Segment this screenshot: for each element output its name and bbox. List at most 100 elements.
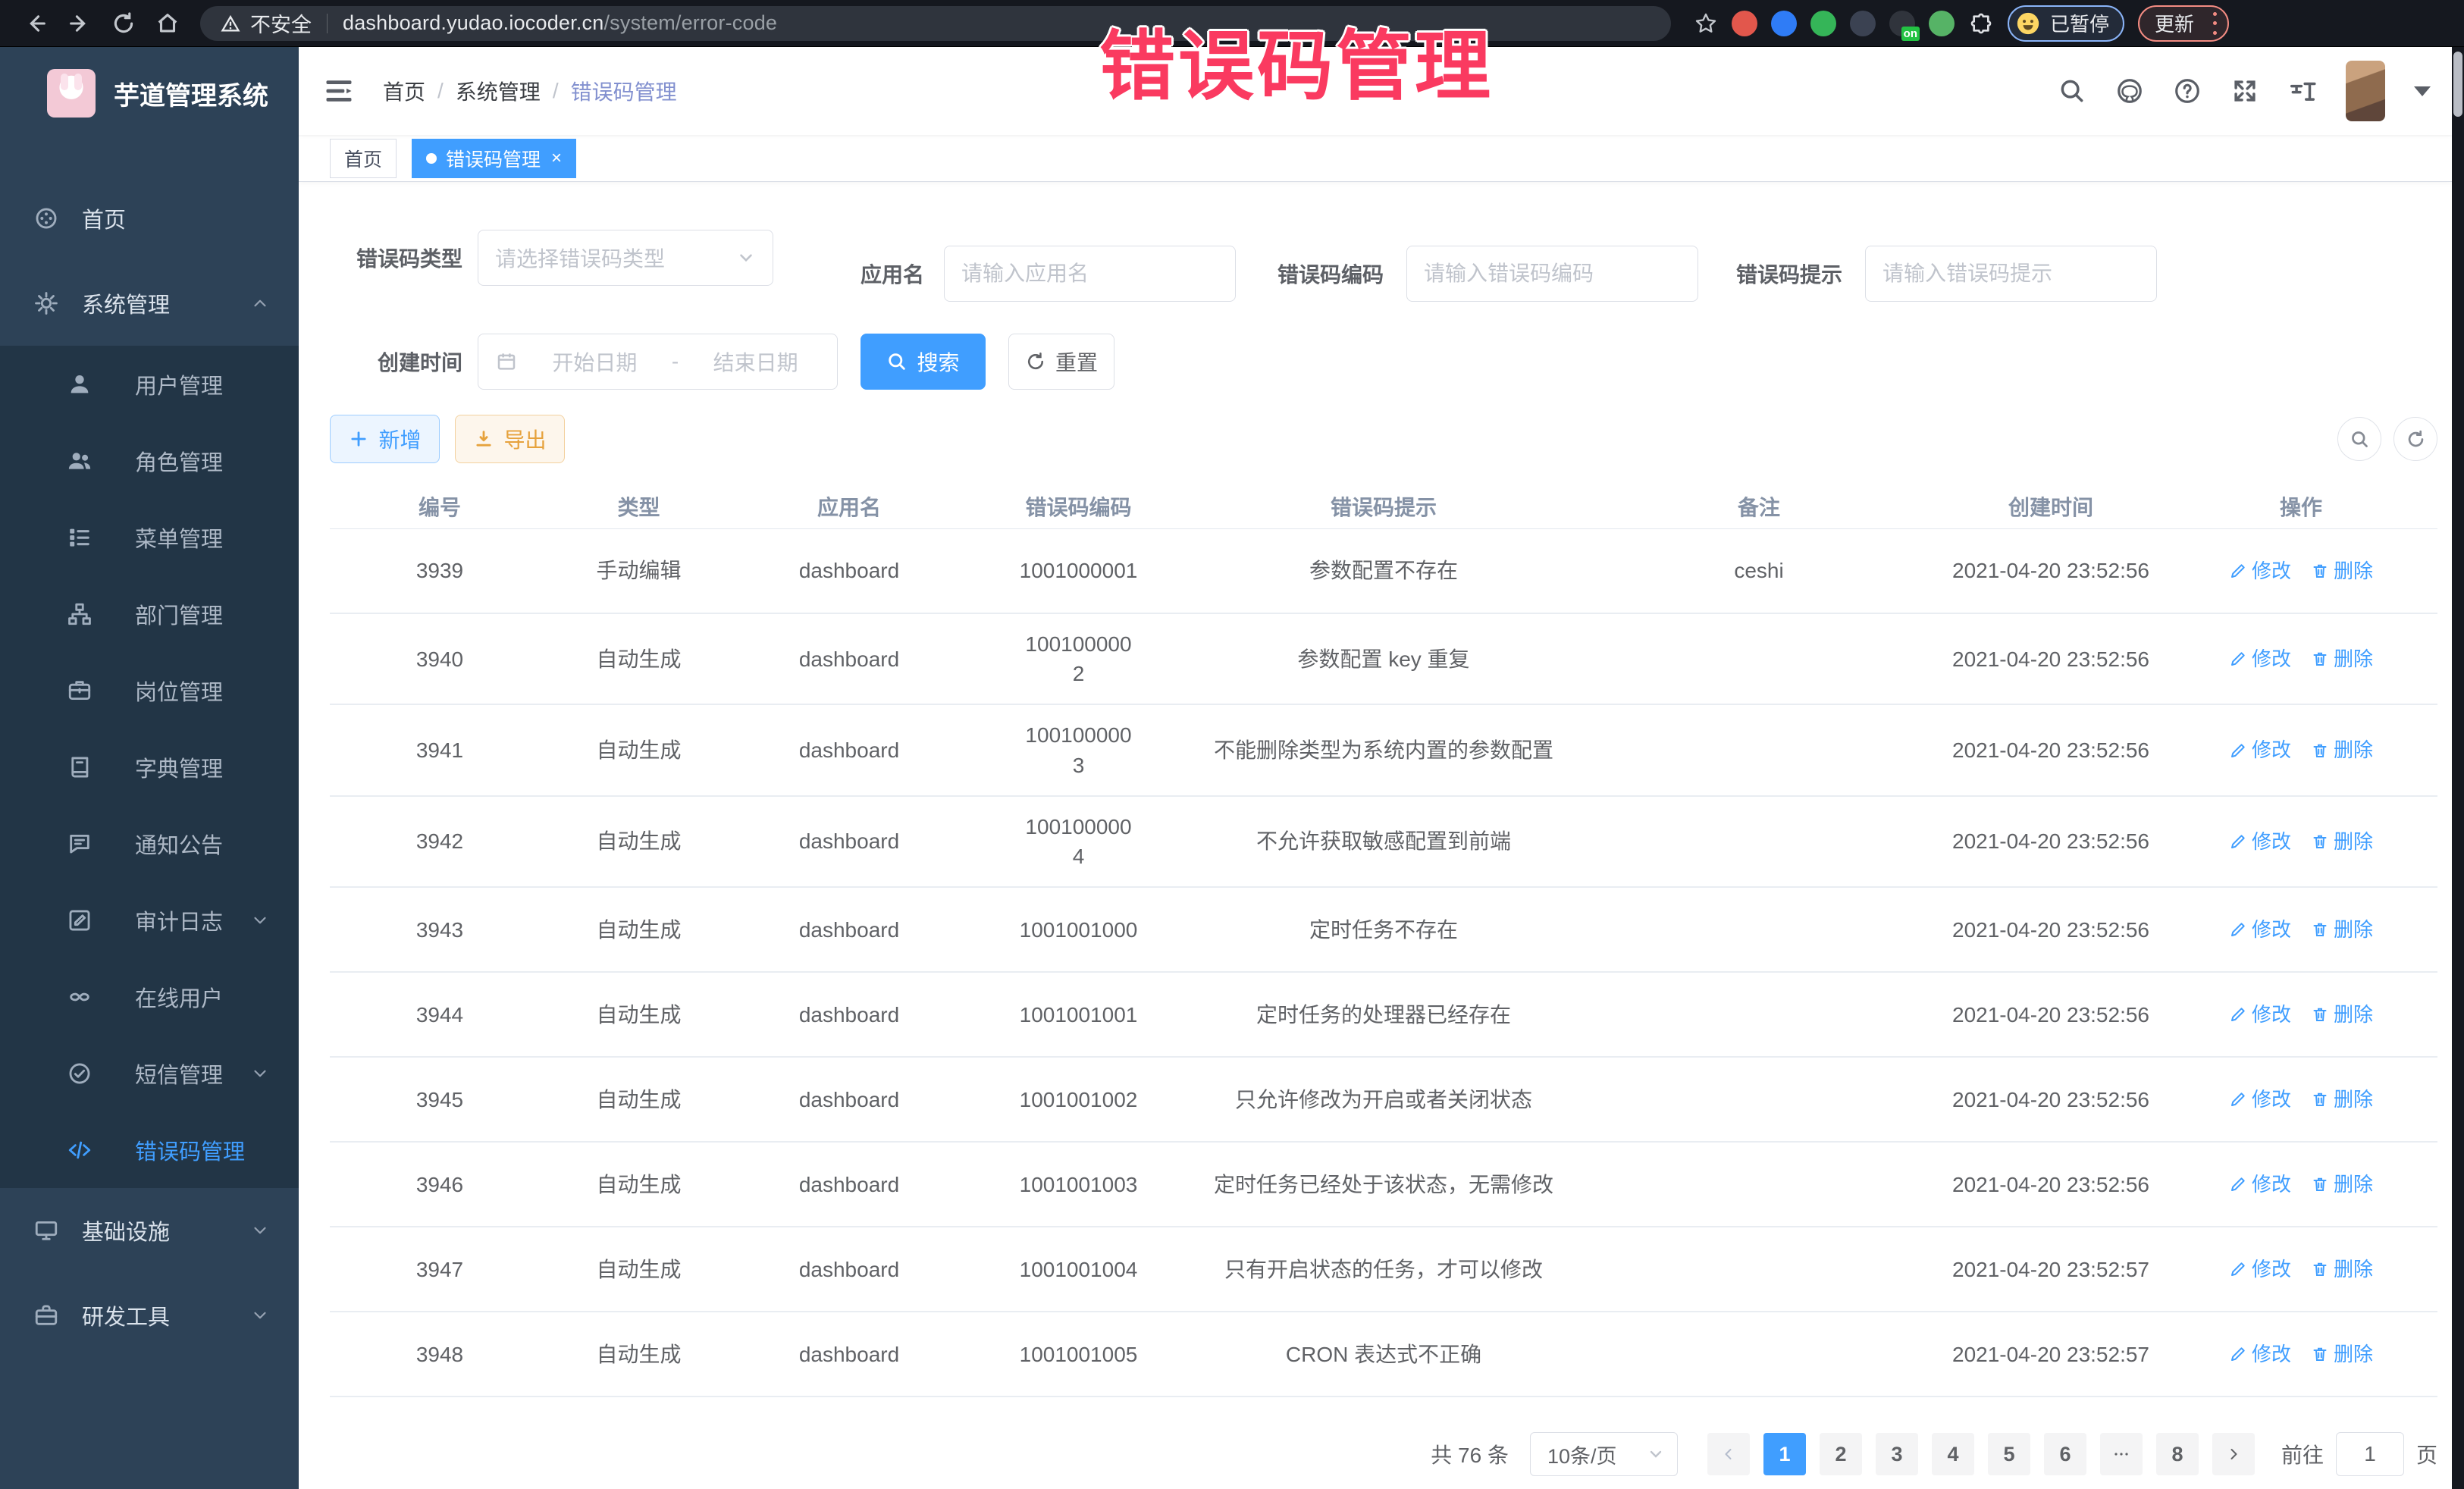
sidebar-logo-row[interactable]: 芋道管理系统 bbox=[0, 47, 299, 139]
reload-icon[interactable] bbox=[111, 11, 136, 36]
page-size-select[interactable]: 10条/页 bbox=[1530, 1432, 1678, 1476]
breadcrumb-system[interactable]: 系统管理 bbox=[456, 76, 541, 106]
breadcrumb-home[interactable]: 首页 bbox=[383, 76, 425, 106]
sidebar-item[interactable]: 菜单管理 bbox=[0, 499, 299, 575]
delete-link[interactable]: 删除 bbox=[2311, 1171, 2373, 1198]
delete-link[interactable]: 删除 bbox=[2311, 1340, 2373, 1368]
page-button[interactable]: 8 bbox=[2156, 1433, 2199, 1475]
devtools-icon bbox=[33, 1302, 59, 1328]
sidebar-item[interactable]: 审计日志 bbox=[0, 882, 299, 958]
close-icon[interactable]: × bbox=[551, 149, 562, 168]
edit-link[interactable]: 修改 bbox=[2229, 1086, 2291, 1113]
home-icon[interactable] bbox=[155, 11, 180, 36]
reset-button[interactable]: 重置 bbox=[1008, 334, 1114, 390]
export-button[interactable]: 导出 bbox=[455, 415, 565, 463]
sidebar-item[interactable]: 岗位管理 bbox=[0, 652, 299, 729]
date-range-picker[interactable]: 开始日期 - 结束日期 bbox=[478, 334, 838, 390]
error-message-field[interactable] bbox=[1865, 246, 2157, 302]
end-date-placeholder[interactable]: 结束日期 bbox=[691, 346, 820, 377]
tab[interactable]: 首页 bbox=[330, 139, 397, 178]
back-icon[interactable] bbox=[23, 11, 49, 36]
edit-link[interactable]: 修改 bbox=[2229, 557, 2291, 585]
page-button[interactable]: 5 bbox=[1988, 1433, 2030, 1475]
sidebar-item[interactable]: 用户管理 bbox=[0, 346, 299, 422]
delete-link[interactable]: 删除 bbox=[2311, 916, 2373, 943]
add-button[interactable]: 新增 bbox=[330, 415, 440, 463]
browser-profile-chip[interactable]: 已暂停 bbox=[2008, 5, 2124, 42]
scrollbar-thumb[interactable] bbox=[2453, 52, 2462, 117]
search-button[interactable]: 搜索 bbox=[861, 334, 986, 390]
sidebar-item[interactable]: 在线用户 bbox=[0, 958, 299, 1035]
delete-link[interactable]: 删除 bbox=[2311, 1001, 2373, 1028]
refresh-table-button[interactable] bbox=[2393, 417, 2437, 461]
forward-icon[interactable] bbox=[67, 11, 92, 36]
puzzle-icon[interactable] bbox=[1968, 11, 1994, 36]
extension-tiles-icon[interactable] bbox=[1850, 11, 1876, 36]
edit-link[interactable]: 修改 bbox=[2229, 1001, 2291, 1028]
delete-link[interactable]: 删除 bbox=[2311, 645, 2373, 672]
edit-link[interactable]: 修改 bbox=[2229, 828, 2291, 855]
sidebar-item[interactable]: 短信管理 bbox=[0, 1035, 299, 1111]
page-button[interactable]: 6 bbox=[2044, 1433, 2086, 1475]
error-type-select[interactable]: 请选择错误码类型 bbox=[478, 230, 773, 286]
org-tree-icon bbox=[67, 601, 92, 627]
delete-link[interactable]: 删除 bbox=[2311, 1086, 2373, 1113]
edit-link[interactable]: 修改 bbox=[2229, 1340, 2291, 1368]
window-scrollbar[interactable] bbox=[2452, 47, 2464, 1489]
page-button[interactable] bbox=[2212, 1433, 2255, 1475]
page-button[interactable]: 2 bbox=[1820, 1433, 1862, 1475]
address-bar[interactable]: 不安全 dashboard.yudao.iocoder.cn/system/er… bbox=[200, 6, 1671, 41]
sidebar-item[interactable]: 研发工具 bbox=[0, 1273, 299, 1358]
font-size-icon[interactable] bbox=[2288, 77, 2317, 105]
edit-link[interactable]: 修改 bbox=[2229, 645, 2291, 672]
hamburger-icon[interactable] bbox=[322, 74, 356, 108]
tab[interactable]: 错误码管理 × bbox=[412, 139, 576, 178]
sidebar-item[interactable]: 字典管理 bbox=[0, 729, 299, 805]
sidebar-item[interactable]: 角色管理 bbox=[0, 422, 299, 499]
sidebar-item[interactable]: 通知公告 bbox=[0, 805, 299, 882]
toggle-search-button[interactable] bbox=[2337, 417, 2381, 461]
extension-orange-icon[interactable] bbox=[1732, 11, 1757, 36]
app-name-input[interactable] bbox=[961, 262, 1218, 286]
extension-gem-icon[interactable] bbox=[1771, 11, 1797, 36]
goto-page-input[interactable]: 1 bbox=[2336, 1432, 2404, 1476]
error-code-field[interactable] bbox=[1406, 246, 1698, 302]
page-button[interactable] bbox=[2100, 1433, 2143, 1475]
start-date-placeholder[interactable]: 开始日期 bbox=[530, 346, 660, 377]
extension-key-icon[interactable] bbox=[1929, 11, 1955, 36]
edit-link[interactable]: 修改 bbox=[2229, 736, 2291, 763]
extension-green-icon[interactable] bbox=[1810, 11, 1836, 36]
browser-menu-icon[interactable] bbox=[2211, 12, 2218, 35]
extension-switch-icon[interactable]: on bbox=[1889, 11, 1915, 36]
edit-link[interactable]: 修改 bbox=[2229, 1255, 2291, 1283]
error-message-input[interactable] bbox=[1882, 262, 2140, 286]
error-code-input[interactable] bbox=[1424, 262, 1681, 286]
page-button[interactable] bbox=[1707, 1433, 1750, 1475]
cell-create-time: 2021-04-20 23:52:57 bbox=[1937, 1240, 2165, 1299]
sidebar-item[interactable]: 首页 bbox=[0, 176, 299, 261]
edit-link[interactable]: 修改 bbox=[2229, 1171, 2291, 1198]
page-button[interactable]: 3 bbox=[1876, 1433, 1918, 1475]
sidebar-item[interactable]: 部门管理 bbox=[0, 575, 299, 652]
bookmark-star-icon[interactable] bbox=[1694, 11, 1718, 36]
help-icon[interactable] bbox=[2173, 77, 2202, 105]
sidebar-item[interactable]: 系统管理 bbox=[0, 261, 299, 346]
user-avatar[interactable] bbox=[2346, 61, 2385, 121]
sidebar-item[interactable]: 基础设施 bbox=[0, 1188, 299, 1273]
delete-link[interactable]: 删除 bbox=[2311, 557, 2373, 585]
delete-link[interactable]: 删除 bbox=[2311, 828, 2373, 855]
page-button[interactable]: 1 bbox=[1763, 1433, 1806, 1475]
chevron-down-icon[interactable] bbox=[2414, 86, 2431, 96]
delete-link[interactable]: 删除 bbox=[2311, 736, 2373, 763]
browser-update-button[interactable]: 更新 bbox=[2138, 5, 2229, 42]
page-button[interactable]: 4 bbox=[1932, 1433, 1974, 1475]
edit-link[interactable]: 修改 bbox=[2229, 916, 2291, 943]
security-label[interactable]: 不安全 bbox=[250, 8, 312, 38]
app-name-field[interactable] bbox=[944, 246, 1236, 302]
sidebar-item[interactable]: 错误码管理 bbox=[0, 1111, 299, 1188]
table-row: 3948 自动生成 dashboard 1001001005 CRON 表达式不… bbox=[330, 1312, 2437, 1397]
delete-link[interactable]: 删除 bbox=[2311, 1255, 2373, 1283]
github-icon[interactable] bbox=[2115, 77, 2144, 105]
fullscreen-icon[interactable] bbox=[2230, 77, 2259, 105]
header-search-icon[interactable] bbox=[2058, 77, 2086, 105]
